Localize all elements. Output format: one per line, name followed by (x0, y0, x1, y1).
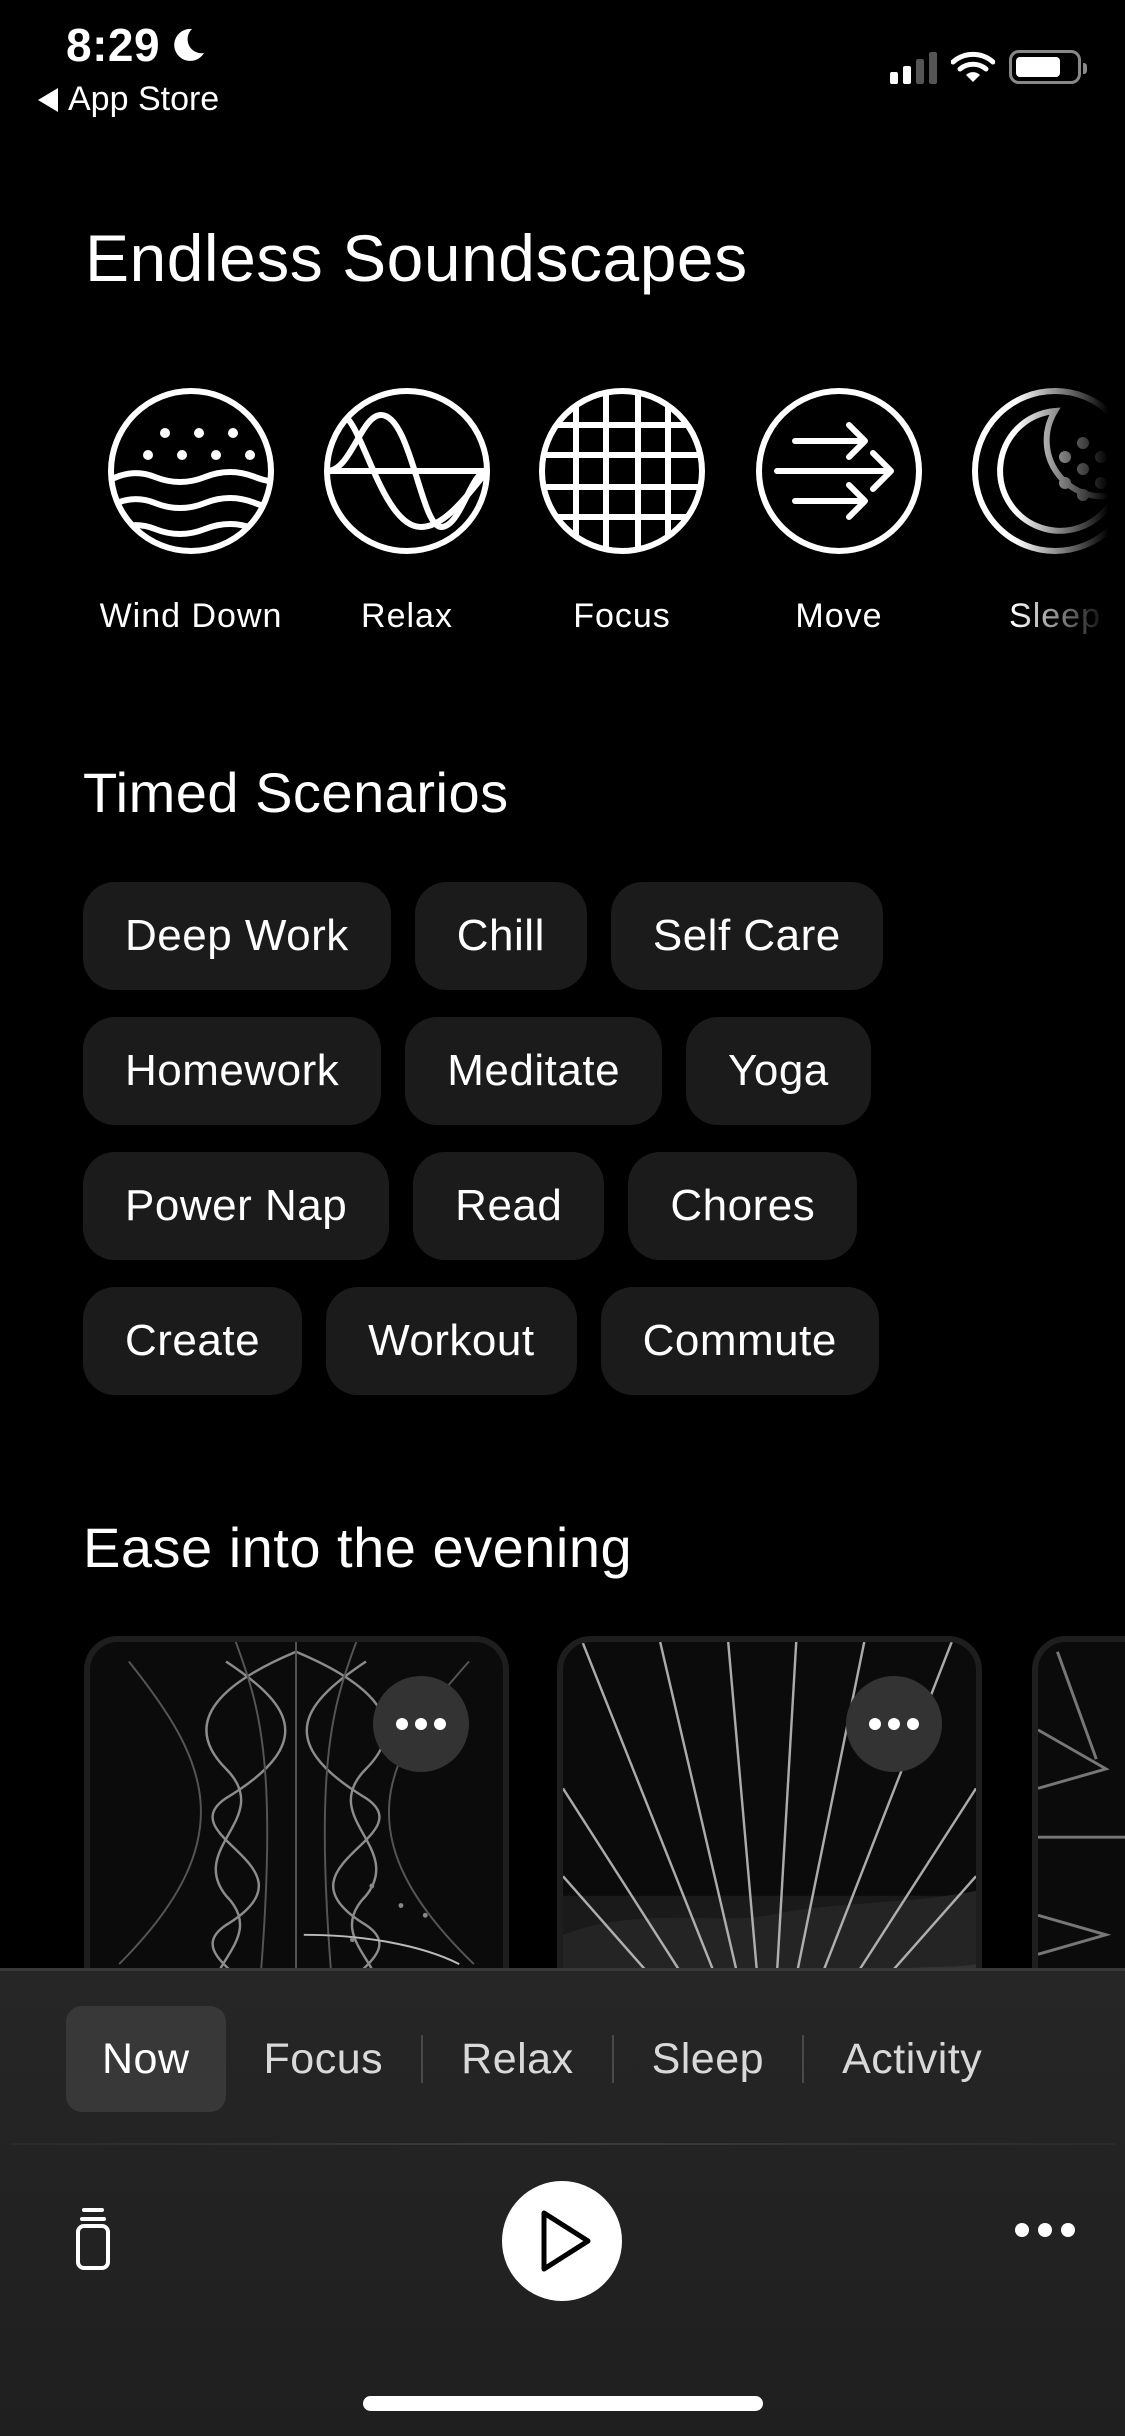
now-playing-panel: Now Focus Relax Sleep Activity (0, 1968, 1125, 2436)
moon-dots-icon (972, 388, 1125, 554)
grid-icon (539, 388, 705, 554)
tab-relax[interactable]: Relax (423, 2006, 611, 2112)
soundscape-label: Focus (573, 597, 671, 635)
dot (869, 1718, 881, 1730)
queue-button[interactable] (70, 2208, 130, 2278)
chip-row: Deep Work Chill Self Care (83, 882, 1083, 990)
geometric-lines-artwork (1038, 1651, 1125, 1956)
moon-icon (174, 28, 205, 61)
sine-waves-icon (324, 388, 490, 554)
soundscape-relax[interactable]: Relax (307, 385, 507, 636)
chip-chill[interactable]: Chill (414, 882, 587, 990)
chip-create[interactable]: Create (83, 1287, 303, 1395)
chip-workout[interactable]: Workout (326, 1287, 577, 1395)
ellipsis-icon-dot (1038, 2223, 1052, 2237)
chip-row: Homework Meditate Yoga (83, 1017, 1083, 1125)
tab-sleep[interactable]: Sleep (614, 2006, 802, 2112)
soundscape-label: Relax (361, 597, 453, 635)
soundscape-move[interactable]: Move (739, 385, 939, 636)
chip-row: Power Nap Read Chores (83, 1152, 1083, 1260)
chip-self-care[interactable]: Self Care (610, 882, 883, 990)
queue-stack-icon (76, 2208, 110, 2270)
chip-commute[interactable]: Commute (600, 1287, 879, 1395)
chip-deep-work[interactable]: Deep Work (83, 882, 391, 990)
soundscape-wind-down[interactable]: Wind Down (91, 385, 291, 636)
chip-meditate[interactable]: Meditate (405, 1017, 663, 1125)
card-more-button[interactable] (373, 1676, 469, 1772)
soundscape-card[interactable] (557, 1636, 982, 1976)
dot (888, 1718, 900, 1730)
back-to-app-store[interactable]: App Store (38, 80, 219, 119)
section-title-soundscapes: Endless Soundscapes (85, 221, 748, 295)
ellipsis-icon-dot (1061, 2223, 1075, 2237)
status-time: 8:29 (66, 18, 208, 72)
soundscape-card[interactable] (84, 1636, 509, 1976)
status-indicators (890, 50, 1087, 84)
wifi-icon (951, 51, 995, 82)
panel-divider (10, 2143, 1115, 2145)
card-more-button[interactable] (846, 1676, 942, 1772)
soundscape-carousel[interactable]: Wind Down Relax Focus Move Sleep (0, 385, 1125, 655)
dot (907, 1718, 919, 1730)
chip-yoga[interactable]: Yoga (686, 1017, 871, 1125)
play-button[interactable] (502, 2181, 622, 2301)
soundscape-sleep[interactable]: Sleep (955, 385, 1125, 636)
soundscape-label: Wind Down (99, 597, 283, 635)
dot (396, 1718, 408, 1730)
chip-power-nap[interactable]: Power Nap (83, 1152, 390, 1260)
dot (434, 1718, 446, 1730)
back-triangle-icon (38, 87, 58, 112)
soundscape-card[interactable] (1032, 1636, 1125, 1976)
battery-icon (1009, 50, 1087, 84)
chip-row: Create Workout Commute (83, 1287, 1083, 1395)
evening-card-carousel[interactable] (0, 1636, 1125, 1976)
back-label: App Store (68, 80, 220, 118)
tab-activity[interactable]: Activity (804, 2006, 1020, 2112)
section-title-evening: Ease into the evening (83, 1516, 633, 1579)
play-icon (541, 2210, 591, 2272)
tab-now[interactable]: Now (66, 2006, 226, 2112)
chip-read[interactable]: Read (413, 1152, 605, 1260)
category-tabs: Now Focus Relax Sleep Activity (66, 2006, 1020, 2112)
arrows-icon (756, 388, 922, 554)
chip-homework[interactable]: Homework (83, 1017, 382, 1125)
tab-focus[interactable]: Focus (226, 2006, 422, 2112)
soundscape-label: Sleep (1009, 597, 1101, 635)
chip-chores[interactable]: Chores (628, 1152, 858, 1260)
scenario-chip-grid: Deep Work Chill Self Care Homework Medit… (83, 882, 1083, 1422)
soundscape-label: Move (795, 597, 883, 635)
clock: 8:29 (66, 19, 161, 71)
section-title-timed-scenarios: Timed Scenarios (83, 761, 509, 824)
ellipsis-icon-dot (1015, 2223, 1029, 2237)
waves-dots-icon (108, 388, 274, 554)
more-options-button[interactable] (1015, 2223, 1075, 2237)
dot (415, 1718, 427, 1730)
soundscape-focus[interactable]: Focus (522, 385, 722, 636)
cellular-signal-icon (890, 50, 937, 84)
home-indicator[interactable] (363, 2396, 763, 2411)
